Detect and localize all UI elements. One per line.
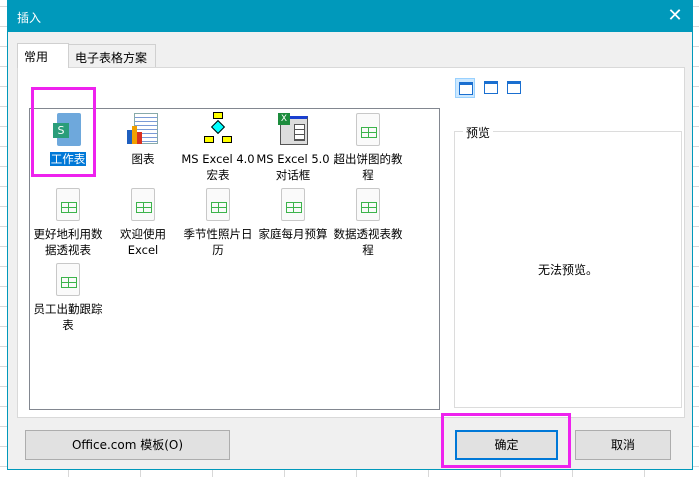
dialog-title: 插入 — [17, 11, 42, 25]
ok-button[interactable]: 确定 — [455, 430, 558, 460]
tab-common[interactable]: 常用 — [17, 43, 69, 68]
details-view-button[interactable] — [504, 78, 524, 98]
tab-panel: S 工作表 图表 MS Excel 4.0 宏表 X MS Excel 5.0 … — [17, 67, 685, 418]
large-icons-icon — [459, 82, 473, 95]
template-icon — [351, 112, 385, 148]
list-icon — [484, 81, 498, 94]
template-icon — [201, 187, 235, 223]
preview-group: 预览 无法预览。 — [454, 124, 682, 408]
preview-message: 无法预览。 — [537, 263, 598, 277]
list-item-dialog-sheet[interactable]: X MS Excel 5.0 对话框 — [256, 112, 330, 183]
details-icon — [507, 81, 521, 94]
large-icons-view-button[interactable] — [455, 78, 475, 98]
worksheet-icon: S — [51, 112, 85, 148]
chart-icon — [126, 112, 160, 148]
office-templates-button[interactable]: Office.com 模板(O) — [25, 430, 230, 460]
template-icon — [51, 187, 85, 223]
template-icon — [351, 187, 385, 223]
close-icon[interactable]: ✕ — [664, 5, 686, 27]
list-item-template[interactable]: 家庭每月预算 — [256, 187, 330, 242]
cancel-button[interactable]: 取消 — [575, 430, 671, 460]
insert-dialog: 插入 ✕ 常用 电子表格方案 S 工作表 图表 MS Excel 4.0 宏表 … — [7, 0, 693, 470]
list-item-template[interactable]: 员工出勤跟踪表 — [31, 262, 105, 333]
list-item-template[interactable]: 超出饼图的教程 — [331, 112, 405, 183]
list-item-template[interactable]: 欢迎使用 Excel — [106, 187, 180, 258]
tab-spreadsheet-solutions[interactable]: 电子表格方案 — [68, 44, 156, 68]
template-icon — [276, 187, 310, 223]
template-icon — [51, 262, 85, 298]
preview-label: 预览 — [463, 124, 494, 141]
template-list[interactable]: S 工作表 图表 MS Excel 4.0 宏表 X MS Excel 5.0 … — [29, 108, 440, 410]
dialog-sheet-icon: X — [276, 112, 310, 148]
title-bar: 插入 ✕ — [8, 1, 692, 32]
template-icon — [126, 187, 160, 223]
list-item-chart[interactable]: 图表 — [106, 112, 180, 167]
list-item-template[interactable]: 数据透视表教程 — [331, 187, 405, 258]
list-item-template[interactable]: 更好地利用数据透视表 — [31, 187, 105, 258]
macro-sheet-icon — [201, 112, 235, 148]
list-item-template[interactable]: 季节性照片日历 — [181, 187, 255, 258]
list-view-button[interactable] — [481, 78, 501, 98]
list-item-worksheet[interactable]: S 工作表 — [31, 112, 105, 167]
list-item-macro-sheet[interactable]: MS Excel 4.0 宏表 — [181, 112, 255, 183]
